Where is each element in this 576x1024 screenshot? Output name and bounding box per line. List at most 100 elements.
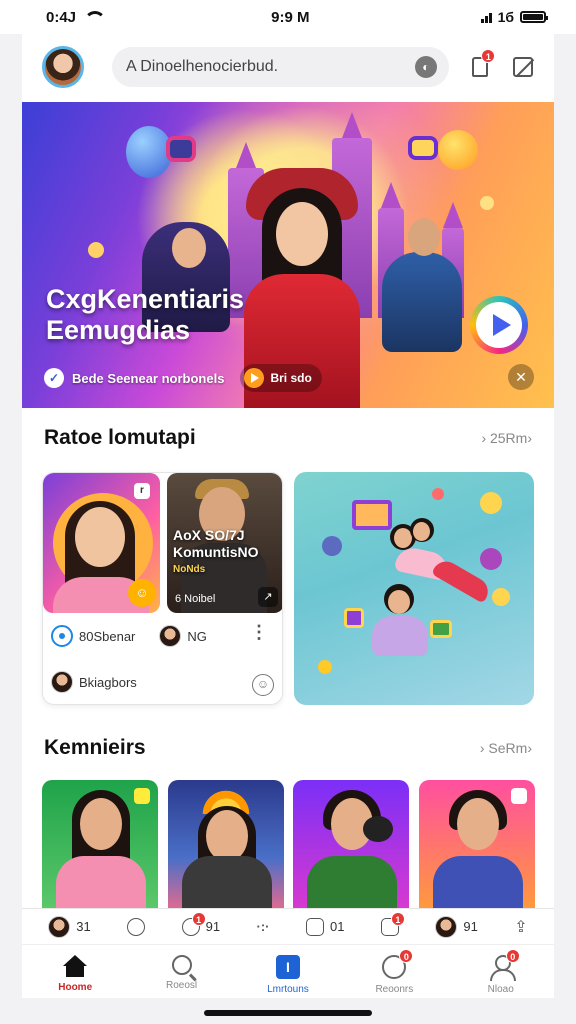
home-indicator bbox=[204, 1010, 372, 1016]
search-submit-icon[interactable]: ◐ bbox=[414, 56, 437, 78]
tab-label: Lmrtouns bbox=[267, 984, 309, 995]
bottom-tab-bar: Hoome Roeosl I Lmrtouns 0 Reoonrs 0 Nloa… bbox=[22, 944, 554, 998]
card-footer-text[interactable]: Bkiagbors bbox=[79, 675, 137, 690]
play-mini-icon bbox=[244, 368, 265, 388]
hero-frame-icon bbox=[166, 136, 196, 162]
share-icon[interactable]: ↗ bbox=[258, 587, 278, 607]
dancer-bottom bbox=[358, 584, 468, 684]
tab-label: Nloao bbox=[487, 984, 514, 995]
box-icon: I bbox=[275, 955, 300, 979]
hero-meta: ✓ Bede Seenear norbonels Bri sdo bbox=[44, 364, 322, 392]
home-icon bbox=[63, 955, 88, 977]
coin-icon: ☺ bbox=[128, 579, 156, 607]
thumb-overlay-text: AoX SO/7J KomuntisNO NoNds bbox=[173, 527, 279, 578]
hero-side-face-right bbox=[408, 218, 440, 256]
action-save[interactable]: 1 bbox=[380, 911, 405, 936]
tab-home[interactable]: Hoome bbox=[30, 955, 120, 993]
creator-card[interactable] bbox=[419, 780, 535, 910]
action-avatar-count[interactable]: 31 bbox=[48, 915, 91, 938]
bookmark-icon[interactable]: r bbox=[134, 483, 150, 499]
section-see-all-1[interactable]: › 25Rm› bbox=[481, 430, 532, 446]
hero-frame-right bbox=[408, 136, 438, 160]
hero-title-line2: Eemugdias bbox=[46, 315, 191, 345]
thumb-portrait[interactable]: r ☺ bbox=[43, 473, 160, 613]
comment-badge: 1 bbox=[191, 911, 206, 926]
creator-card[interactable] bbox=[293, 780, 409, 910]
profile-avatar[interactable] bbox=[42, 46, 84, 88]
notifications-button[interactable]: 1 bbox=[467, 49, 496, 80]
tab-search[interactable]: Roeosl bbox=[137, 955, 227, 991]
status-right-text: 1б bbox=[497, 9, 514, 25]
section-title-1: Ratoe lomutapi bbox=[44, 426, 196, 449]
hero-title: CxgKenentiaris Eemugdias bbox=[46, 284, 244, 346]
action-count: 91 bbox=[205, 919, 221, 934]
section-see-all-2[interactable]: › SeRm› bbox=[480, 740, 532, 756]
hero-title-line1: CxgKenentiaris bbox=[46, 284, 245, 314]
floating-dot bbox=[322, 536, 342, 556]
search-bar[interactable]: A Dinoelhenocierbud. ◐ bbox=[112, 47, 449, 87]
section-header-2: Kemnieirs › SeRm› bbox=[22, 736, 554, 760]
section-title-2: Kemnieirs bbox=[44, 736, 146, 759]
verified-icon: ✓ bbox=[44, 368, 64, 388]
hero-side-face-left bbox=[172, 228, 206, 268]
feature-card[interactable]: r ☺ AoX SO/7J KomuntisNO NoNds 6 Noibel … bbox=[42, 472, 283, 705]
floating-dot bbox=[318, 660, 332, 674]
section-header-1: Ratoe lomutapi › 25Rm› bbox=[22, 426, 554, 450]
play-icon bbox=[476, 302, 522, 348]
tab-messages[interactable]: 0 Reoonrs bbox=[349, 949, 439, 995]
tab-label: Hoome bbox=[58, 982, 93, 993]
reaction-icon[interactable]: ☺ bbox=[252, 674, 274, 696]
action-share[interactable]: ⇪ bbox=[514, 917, 527, 937]
tab-profile[interactable]: 0 Nloao bbox=[456, 949, 546, 995]
broadcast-icon bbox=[51, 625, 73, 647]
tab-label: Roeosl bbox=[166, 980, 198, 991]
hero-chat-bubble bbox=[438, 130, 478, 170]
action-more[interactable]: ·:· bbox=[257, 919, 270, 934]
hero-pill-label: Bri sdo bbox=[270, 371, 312, 385]
status-right: 1б bbox=[480, 9, 548, 25]
action-info[interactable] bbox=[127, 917, 146, 936]
edit-icon bbox=[305, 917, 324, 936]
floating-balloon bbox=[432, 488, 444, 500]
card-row-2: Bkiagbors bbox=[51, 671, 137, 693]
hero-watch-pill[interactable]: Bri sdo bbox=[240, 364, 322, 392]
hero-dot bbox=[88, 242, 104, 258]
save-badge: 1 bbox=[390, 911, 405, 926]
card-creator-name[interactable]: NG bbox=[187, 629, 207, 644]
camera-lens bbox=[363, 816, 393, 842]
action-count: 91 bbox=[463, 919, 478, 934]
thumb-video[interactable]: AoX SO/7J KomuntisNO NoNds 6 Noibel ↗ bbox=[167, 473, 282, 613]
action-count: 31 bbox=[76, 919, 91, 934]
creator-tag-icon bbox=[511, 788, 527, 804]
app-screen: A Dinoelhenocierbud. ◐ 1 CxgKenentiaris … bbox=[22, 34, 554, 998]
top-bar: A Dinoelhenocierbud. ◐ 1 bbox=[22, 34, 554, 100]
more-options-icon[interactable]: ⋮ bbox=[250, 623, 268, 641]
hero-dot bbox=[480, 196, 494, 210]
hero-close-button[interactable]: ✕ bbox=[508, 364, 534, 390]
search-input[interactable]: A Dinoelhenocierbud. bbox=[126, 58, 411, 76]
tab-badge: 0 bbox=[505, 949, 520, 963]
share-icon: ⇪ bbox=[514, 918, 528, 936]
search-icon bbox=[171, 955, 192, 975]
creator-avatar[interactable] bbox=[159, 625, 182, 647]
featured-illustration-card[interactable] bbox=[294, 472, 534, 705]
action-strip: 31 1 91 ·:· 01 1 91 ⇪ bbox=[22, 908, 554, 944]
floating-badge bbox=[480, 492, 502, 514]
thumb-overlay-line3: NoNds bbox=[173, 564, 206, 575]
signal-icon bbox=[480, 12, 492, 23]
thumb-overlay-line2: KomuntisNO bbox=[173, 544, 259, 560]
hero-banner[interactable]: CxgKenentiaris Eemugdias ✓ Bede Seenear … bbox=[22, 102, 554, 408]
action-comments[interactable]: 1 91 bbox=[181, 911, 221, 936]
thumb-overlay-line1: AoX SO/7J bbox=[173, 527, 245, 543]
tab-content[interactable]: I Lmrtouns bbox=[243, 955, 333, 995]
creator-card[interactable] bbox=[168, 780, 284, 910]
wifi-icon bbox=[84, 11, 107, 23]
commenter-avatar bbox=[51, 671, 73, 693]
compose-button[interactable] bbox=[510, 54, 536, 80]
info-icon bbox=[127, 917, 146, 936]
hero-play-button[interactable] bbox=[470, 296, 528, 354]
creator-card[interactable] bbox=[42, 780, 158, 910]
action-user-count[interactable]: 91 bbox=[435, 915, 478, 938]
action-edit[interactable]: 01 bbox=[305, 917, 344, 936]
card-channel-name[interactable]: 80Sbenar bbox=[79, 629, 135, 644]
